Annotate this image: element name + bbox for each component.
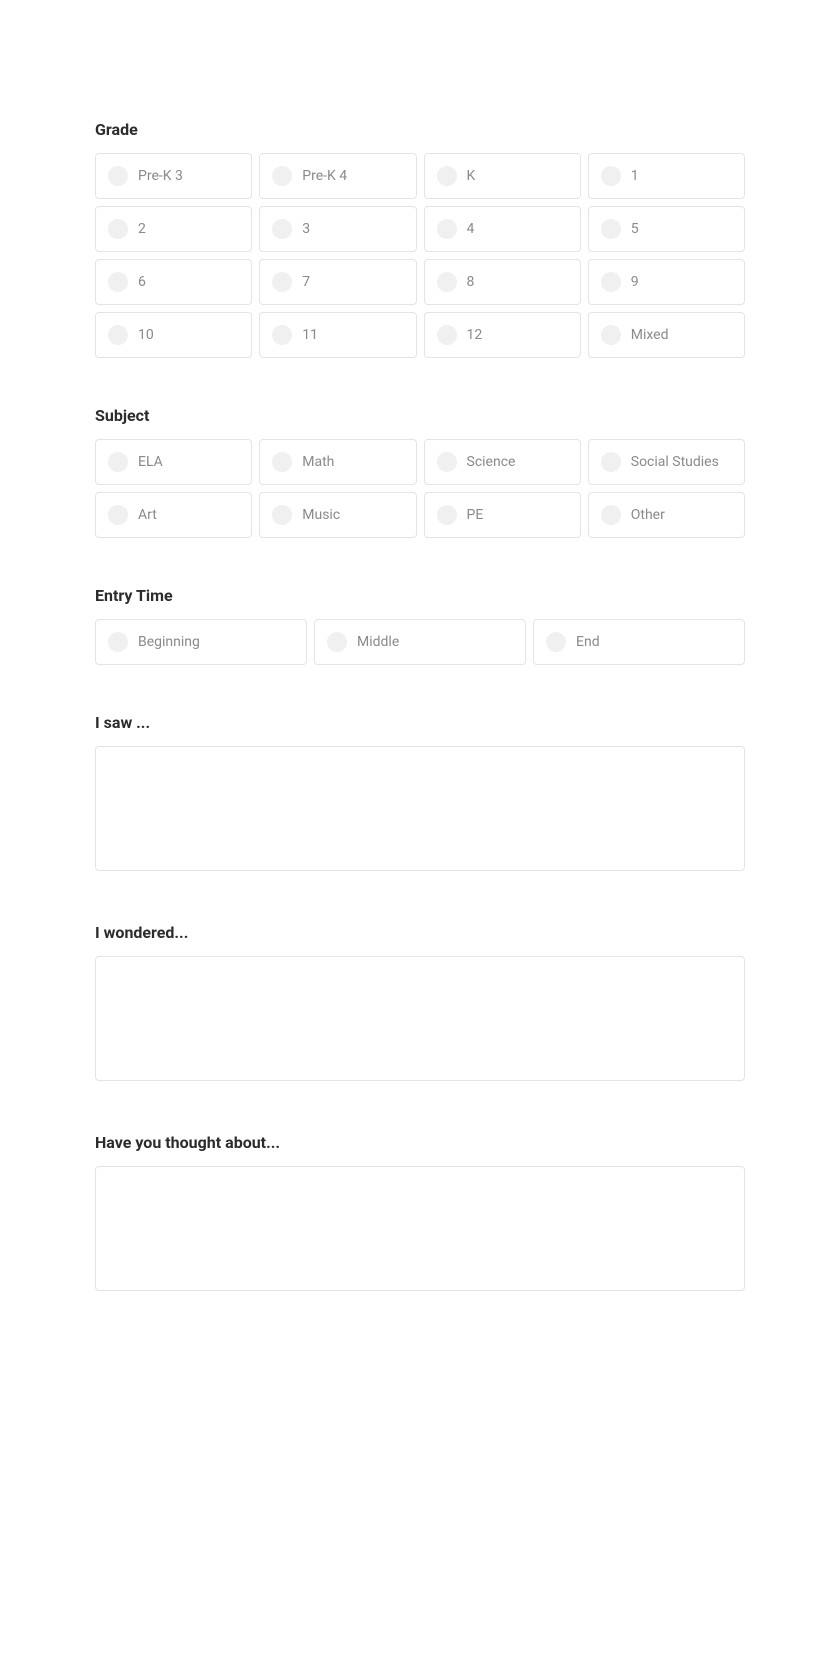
i-saw-textarea[interactable]: [95, 746, 745, 871]
grade-option[interactable]: 8: [424, 259, 581, 305]
grade-options-grid: Pre-K 3 Pre-K 4 K 1 2 3 4 5 6 7 8 9 10 1…: [95, 153, 745, 358]
radio-icon: [437, 452, 457, 472]
grade-option[interactable]: 1: [588, 153, 745, 199]
grade-option[interactable]: 7: [259, 259, 416, 305]
thought-about-section: Have you thought about...: [95, 1133, 745, 1295]
i-saw-title: I saw ...: [95, 713, 745, 732]
grade-option[interactable]: 3: [259, 206, 416, 252]
subject-options-grid: ELA Math Science Social Studies Art Musi…: [95, 439, 745, 538]
option-label: 4: [467, 219, 475, 239]
option-label: End: [576, 632, 600, 652]
subject-section: Subject ELA Math Science Social Studies …: [95, 406, 745, 538]
grade-option[interactable]: 11: [259, 312, 416, 358]
grade-option[interactable]: K: [424, 153, 581, 199]
subject-option[interactable]: Math: [259, 439, 416, 485]
grade-title: Grade: [95, 120, 745, 139]
entry-time-option[interactable]: End: [533, 619, 745, 665]
entry-time-title: Entry Time: [95, 586, 745, 605]
radio-icon: [437, 166, 457, 186]
i-saw-section: I saw ...: [95, 713, 745, 875]
radio-icon: [108, 325, 128, 345]
option-label: Math: [302, 452, 334, 472]
grade-option[interactable]: Mixed: [588, 312, 745, 358]
radio-icon: [601, 452, 621, 472]
radio-icon: [272, 272, 292, 292]
option-label: 10: [138, 325, 154, 345]
grade-option[interactable]: 10: [95, 312, 252, 358]
option-label: K: [467, 166, 476, 186]
option-label: ELA: [138, 452, 163, 472]
option-label: 8: [467, 272, 475, 292]
entry-time-option[interactable]: Beginning: [95, 619, 307, 665]
grade-option[interactable]: 6: [95, 259, 252, 305]
radio-icon: [601, 219, 621, 239]
grade-section: Grade Pre-K 3 Pre-K 4 K 1 2 3 4 5 6 7 8 …: [95, 120, 745, 358]
radio-icon: [437, 505, 457, 525]
subject-option[interactable]: Music: [259, 492, 416, 538]
option-label: Art: [138, 505, 157, 525]
radio-icon: [437, 219, 457, 239]
option-label: Other: [631, 505, 665, 525]
option-label: PE: [467, 505, 484, 525]
radio-icon: [108, 632, 128, 652]
grade-option[interactable]: 12: [424, 312, 581, 358]
option-label: Science: [467, 452, 516, 472]
i-wondered-title: I wondered...: [95, 923, 745, 942]
option-label: 11: [302, 325, 318, 345]
radio-icon: [601, 272, 621, 292]
subject-option[interactable]: Art: [95, 492, 252, 538]
option-label: Mixed: [631, 325, 669, 345]
option-label: Pre-K 4: [302, 166, 347, 186]
radio-icon: [272, 325, 292, 345]
radio-icon: [108, 166, 128, 186]
radio-icon: [437, 325, 457, 345]
radio-icon: [601, 505, 621, 525]
radio-icon: [272, 219, 292, 239]
grade-option[interactable]: 5: [588, 206, 745, 252]
entry-time-option[interactable]: Middle: [314, 619, 526, 665]
radio-icon: [108, 219, 128, 239]
grade-option[interactable]: 9: [588, 259, 745, 305]
entry-time-options-grid: Beginning Middle End: [95, 619, 745, 665]
thought-about-textarea[interactable]: [95, 1166, 745, 1291]
subject-option[interactable]: ELA: [95, 439, 252, 485]
grade-option[interactable]: Pre-K 3: [95, 153, 252, 199]
option-label: 1: [631, 166, 639, 186]
grade-option[interactable]: 4: [424, 206, 581, 252]
radio-icon: [327, 632, 347, 652]
option-label: Middle: [357, 632, 399, 652]
radio-icon: [437, 272, 457, 292]
option-label: 6: [138, 272, 146, 292]
i-wondered-textarea[interactable]: [95, 956, 745, 1081]
option-label: Social Studies: [631, 452, 719, 472]
thought-about-title: Have you thought about...: [95, 1133, 745, 1152]
radio-icon: [272, 166, 292, 186]
subject-option[interactable]: Science: [424, 439, 581, 485]
option-label: Pre-K 3: [138, 166, 183, 186]
option-label: Beginning: [138, 632, 200, 652]
radio-icon: [108, 272, 128, 292]
radio-icon: [108, 452, 128, 472]
grade-option[interactable]: 2: [95, 206, 252, 252]
option-label: 9: [631, 272, 639, 292]
grade-option[interactable]: Pre-K 4: [259, 153, 416, 199]
subject-option[interactable]: Other: [588, 492, 745, 538]
option-label: 5: [631, 219, 639, 239]
radio-icon: [272, 452, 292, 472]
option-label: 3: [302, 219, 310, 239]
radio-icon: [601, 166, 621, 186]
option-label: 2: [138, 219, 146, 239]
subject-option[interactable]: PE: [424, 492, 581, 538]
subject-option[interactable]: Social Studies: [588, 439, 745, 485]
entry-time-section: Entry Time Beginning Middle End: [95, 586, 745, 665]
option-label: Music: [302, 505, 340, 525]
option-label: 12: [467, 325, 483, 345]
option-label: 7: [302, 272, 310, 292]
radio-icon: [108, 505, 128, 525]
radio-icon: [272, 505, 292, 525]
i-wondered-section: I wondered...: [95, 923, 745, 1085]
subject-title: Subject: [95, 406, 745, 425]
radio-icon: [601, 325, 621, 345]
radio-icon: [546, 632, 566, 652]
